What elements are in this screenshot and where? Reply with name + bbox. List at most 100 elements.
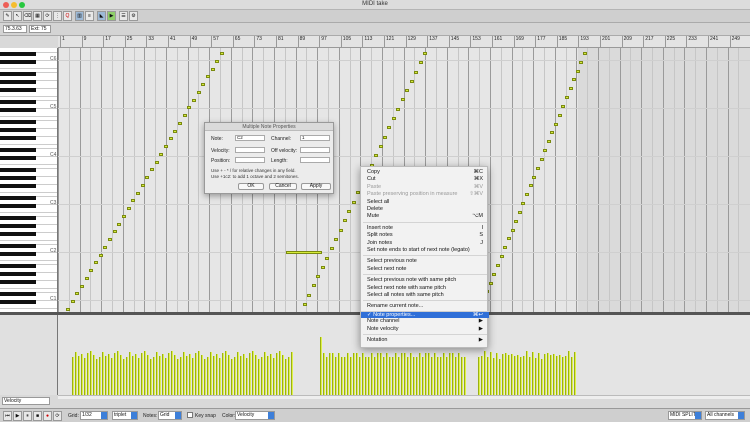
midi-note[interactable] xyxy=(325,256,330,260)
velocity-bar[interactable] xyxy=(568,351,570,395)
midi-note[interactable] xyxy=(173,129,178,133)
velocity-bar[interactable] xyxy=(380,353,382,395)
menu-item[interactable]: Select all xyxy=(361,199,489,206)
velocity-bar[interactable] xyxy=(490,352,492,395)
velocity-bar[interactable] xyxy=(168,353,170,395)
midi-note[interactable] xyxy=(583,52,587,55)
velocity-bar[interactable] xyxy=(159,356,161,395)
velocity-bar[interactable] xyxy=(496,353,498,395)
velocity-bar[interactable] xyxy=(195,353,197,395)
menu-item[interactable]: Paste preserving position in measure ⇧⌘V xyxy=(361,191,489,198)
midi-note[interactable] xyxy=(510,228,515,232)
midi-note[interactable] xyxy=(131,199,136,203)
velocity-bar[interactable] xyxy=(455,357,457,395)
velocity-bar[interactable] xyxy=(186,356,188,395)
midi-note[interactable] xyxy=(303,303,307,306)
velocity-bar[interactable] xyxy=(407,357,409,395)
velocity-bar[interactable] xyxy=(144,351,146,395)
black-key[interactable] xyxy=(0,216,36,220)
midi-note[interactable] xyxy=(535,166,540,170)
menu-item[interactable]: Copy ⌘C xyxy=(361,169,489,176)
midi-note[interactable] xyxy=(215,59,220,63)
velocity-bar[interactable] xyxy=(126,357,128,395)
velocity-bar[interactable] xyxy=(243,354,245,395)
velocity-bar[interactable] xyxy=(117,351,119,395)
velocity-bar[interactable] xyxy=(374,357,376,395)
velocity-bar[interactable] xyxy=(282,355,284,395)
midi-note[interactable] xyxy=(329,247,334,251)
midi-note[interactable] xyxy=(84,276,89,280)
menu-item[interactable]: Join notes J xyxy=(361,240,489,247)
midi-note[interactable] xyxy=(89,269,94,273)
black-key[interactable] xyxy=(0,272,36,276)
midi-note[interactable] xyxy=(136,191,140,195)
midi-note[interactable] xyxy=(338,228,343,232)
loop-icon[interactable]: ⟳ xyxy=(43,11,52,21)
velocity-bar[interactable] xyxy=(341,357,343,395)
piano-keyboard[interactable]: C6 C5 C4 C3 C2 C1 xyxy=(0,48,58,312)
velocity-bar[interactable] xyxy=(210,352,212,395)
midi-note[interactable] xyxy=(201,83,206,87)
velocity-bar[interactable] xyxy=(359,357,361,395)
midi-note[interactable] xyxy=(150,168,154,172)
velocity-bar[interactable] xyxy=(237,352,239,395)
black-key[interactable] xyxy=(0,232,36,236)
follow-icon[interactable]: ▶ xyxy=(107,11,116,21)
velocity-bar[interactable] xyxy=(291,352,293,395)
midi-note[interactable] xyxy=(492,272,497,276)
velocity-bar[interactable] xyxy=(285,359,287,395)
menu-item[interactable]: Select previous note with same pitch xyxy=(361,277,489,284)
menu-item[interactable]: Select all notes with same pitch xyxy=(361,292,489,299)
velocity-bar[interactable] xyxy=(344,357,346,395)
velocity-bar[interactable] xyxy=(437,357,439,395)
midi-note[interactable] xyxy=(182,114,187,118)
midi-note[interactable] xyxy=(154,160,159,164)
midi-note[interactable] xyxy=(206,75,210,79)
midi-note[interactable] xyxy=(343,219,347,223)
length-field[interactable] xyxy=(300,157,330,163)
track-list-icon[interactable]: ☰ xyxy=(119,11,128,21)
menu-item[interactable]: Note channel ▶ xyxy=(361,318,489,325)
stop-icon[interactable]: ■ xyxy=(33,411,42,421)
velocity-bar[interactable] xyxy=(123,359,125,395)
velocity-bar[interactable] xyxy=(288,357,290,395)
black-key[interactable] xyxy=(0,176,36,180)
midi-note[interactable] xyxy=(418,61,423,65)
midi-note[interactable] xyxy=(140,183,145,187)
midi-note[interactable] xyxy=(374,154,379,158)
grid-tool-icon[interactable]: ▦ xyxy=(33,11,42,21)
velocity-bar[interactable] xyxy=(377,353,379,395)
play-icon[interactable]: ▶ xyxy=(13,411,22,421)
midi-note[interactable] xyxy=(103,245,108,249)
grid-select[interactable]: 1/32 xyxy=(80,411,108,420)
velocity-bar[interactable] xyxy=(213,356,215,395)
black-key[interactable] xyxy=(0,136,36,140)
velocity-bar[interactable] xyxy=(90,351,92,395)
midi-note[interactable] xyxy=(405,89,410,93)
velocity-bar[interactable] xyxy=(565,356,567,395)
velocity-bar[interactable] xyxy=(434,353,436,395)
velocity-bar[interactable] xyxy=(365,357,367,395)
midi-note[interactable] xyxy=(351,200,356,204)
black-key[interactable] xyxy=(0,88,36,92)
velocity-bar[interactable] xyxy=(147,355,149,395)
velocity-bar[interactable] xyxy=(75,352,77,395)
midi-note[interactable] xyxy=(378,144,383,148)
black-key[interactable] xyxy=(0,60,36,64)
position-field[interactable] xyxy=(235,157,265,163)
velocity-bar[interactable] xyxy=(207,357,209,395)
menu-item[interactable]: ✓ Note properties... ⌘↩ xyxy=(361,310,489,318)
go-start-icon[interactable]: ⏮ xyxy=(3,411,12,421)
velocity-bar[interactable] xyxy=(517,355,519,395)
velocity-bar[interactable] xyxy=(544,354,546,395)
midi-note[interactable] xyxy=(122,214,126,218)
velocity-bar[interactable] xyxy=(276,353,278,395)
velocity-bar[interactable] xyxy=(499,359,501,395)
velocity-bar[interactable] xyxy=(219,358,221,395)
velocity-bar[interactable] xyxy=(141,353,143,395)
velocity-bar[interactable] xyxy=(461,357,463,395)
velocity-bar[interactable] xyxy=(449,353,451,395)
velocity-bar[interactable] xyxy=(249,353,251,395)
midi-note[interactable] xyxy=(98,253,103,257)
midi-note[interactable] xyxy=(108,238,112,242)
